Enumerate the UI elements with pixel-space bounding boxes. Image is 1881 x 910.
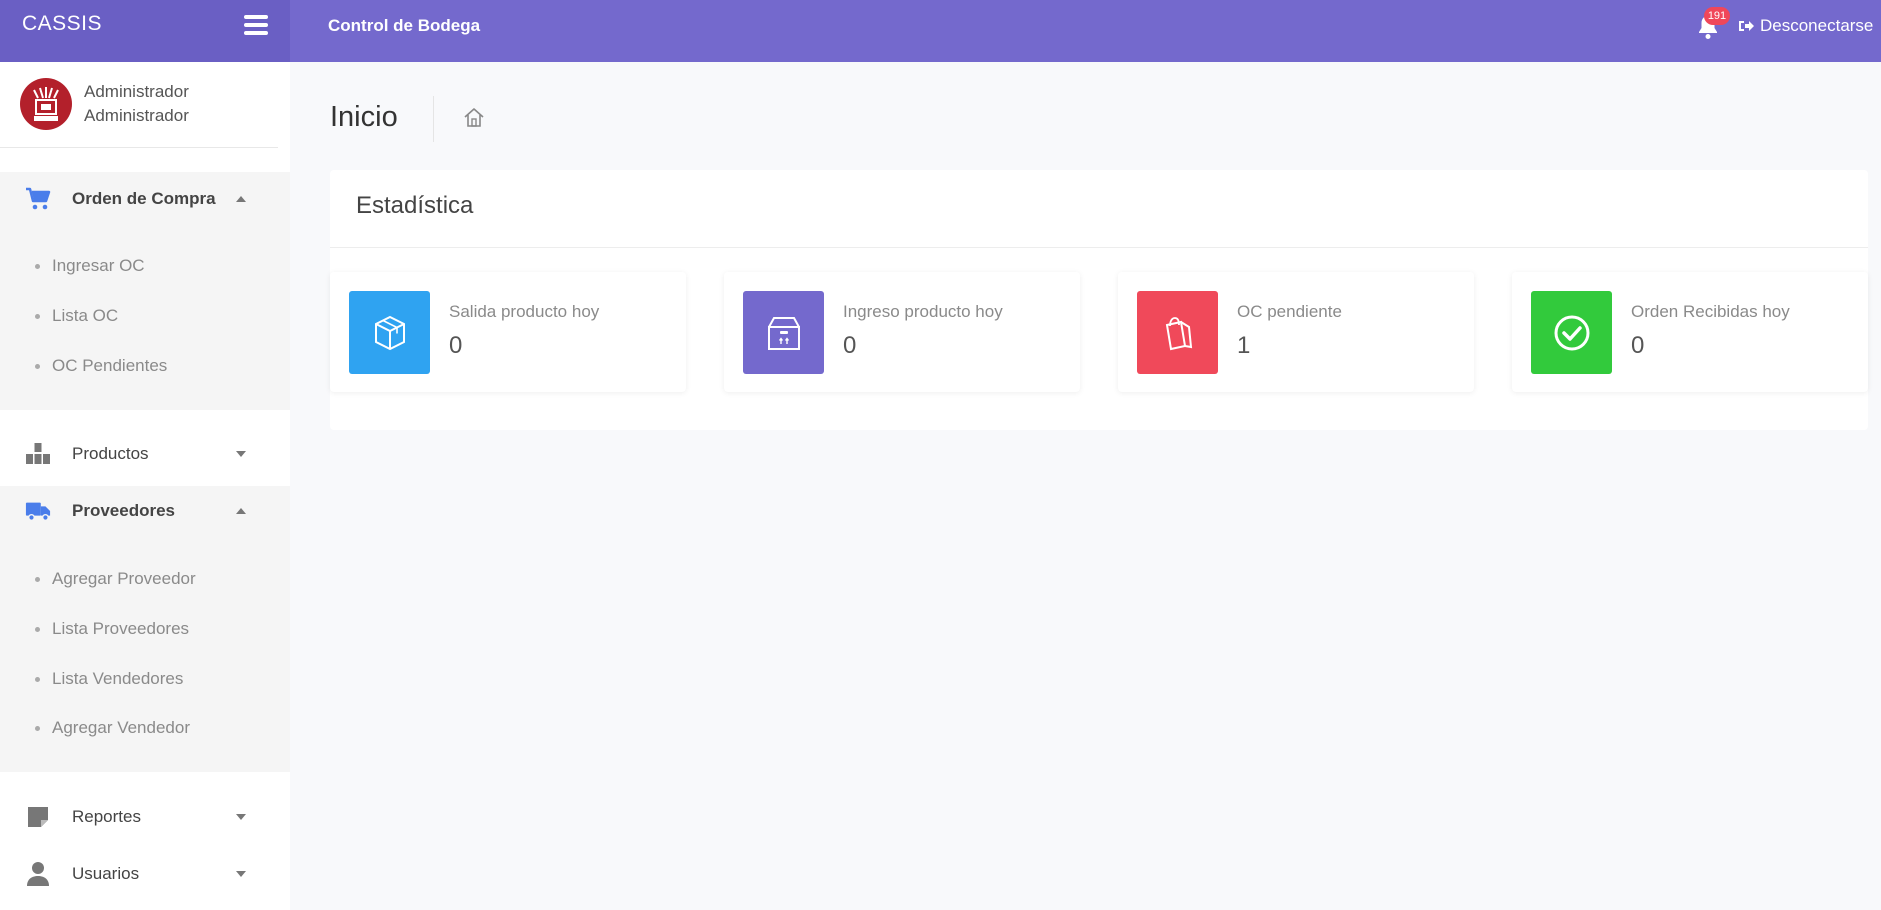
stat-label: Ingreso producto hoy xyxy=(843,302,1003,321)
sidebar-subitem-agregar-proveedor[interactable]: Agregar Proveedor xyxy=(35,569,196,589)
truck-icon xyxy=(25,498,51,524)
home-icon[interactable] xyxy=(463,106,485,128)
sidebar-subitem-ingresar-oc[interactable]: Ingresar OC xyxy=(35,256,145,276)
page-title: Inicio xyxy=(330,101,398,133)
logout-button[interactable]: Desconectarse xyxy=(1738,16,1873,36)
logout-label: Desconectarse xyxy=(1760,16,1874,35)
brand-box: CASSIS xyxy=(0,0,290,62)
top-bar: CASSIS Control de Bodega 191 Desconectar… xyxy=(0,0,1881,62)
notification-badge: 191 xyxy=(1704,7,1730,25)
check-circle-icon xyxy=(1531,291,1612,374)
stat-orden-recibidas: Orden Recibidas hoy 0 xyxy=(1512,272,1868,392)
divider xyxy=(330,247,1868,248)
chevron-down-icon xyxy=(236,451,246,457)
avatar xyxy=(20,78,72,130)
sidebar-item-label: Proveedores xyxy=(72,501,175,520)
app-title: Control de Bodega xyxy=(328,16,481,35)
sidebar-item-label: Orden de Compra xyxy=(72,189,216,208)
user-name-line1: Administrador xyxy=(84,82,189,101)
stat-label: OC pendiente xyxy=(1237,302,1342,321)
divider xyxy=(433,96,434,142)
stat-label: Salida producto hoy xyxy=(449,302,600,321)
stat-value: 0 xyxy=(843,332,857,359)
user-icon xyxy=(25,861,51,887)
sidebar-item-reportes[interactable]: Reportes xyxy=(0,792,290,842)
sidebar-subitem-lista-proveedores[interactable]: Lista Proveedores xyxy=(35,619,189,639)
sidebar-subitem-agregar-vendedor[interactable]: Agregar Vendedor xyxy=(35,718,190,738)
sidebar: Administrador Administrador Orden de Com… xyxy=(0,62,290,910)
stat-label: Orden Recibidas hoy xyxy=(1631,302,1790,321)
note-icon xyxy=(25,804,51,830)
sidebar-item-orden-de-compra[interactable]: Orden de Compra xyxy=(0,174,290,224)
brand-name: CASSIS xyxy=(22,12,103,35)
divider xyxy=(0,147,278,148)
user-name-line2: Administrador xyxy=(84,106,189,125)
cart-icon xyxy=(25,186,51,212)
chevron-up-icon xyxy=(236,508,246,514)
user-panel: Administrador Administrador xyxy=(20,78,189,130)
menu-toggle-icon[interactable] xyxy=(244,15,268,39)
sidebar-item-label: Usuarios xyxy=(72,864,140,883)
stat-salida-producto: Salida producto hoy 0 xyxy=(330,272,686,392)
sidebar-item-proveedores[interactable]: Proveedores xyxy=(0,486,290,536)
chevron-down-icon xyxy=(236,871,246,877)
statistics-card: Estadística Salida producto hoy 0 Ingres… xyxy=(330,170,1868,430)
card-title: Estadística xyxy=(356,192,474,219)
chevron-up-icon xyxy=(236,196,246,202)
box-3d-icon xyxy=(349,291,430,374)
sidebar-subitem-oc-pendientes[interactable]: OC Pendientes xyxy=(35,356,167,376)
cassis-logo-icon xyxy=(33,87,59,121)
sidebar-item-usuarios[interactable]: Usuarios xyxy=(0,849,290,899)
sign-out-icon xyxy=(1739,21,1754,31)
package-icon xyxy=(743,291,824,374)
stat-value: 0 xyxy=(1631,332,1645,359)
sidebar-subitem-lista-vendedores[interactable]: Lista Vendedores xyxy=(35,669,183,689)
stat-ingreso-producto: Ingreso producto hoy 0 xyxy=(724,272,1080,392)
chevron-down-icon xyxy=(236,814,246,820)
sidebar-item-label: Reportes xyxy=(72,807,141,826)
stat-value: 1 xyxy=(1237,332,1251,359)
sidebar-subitem-lista-oc[interactable]: Lista OC xyxy=(35,306,118,326)
stat-oc-pendiente: OC pendiente 1 xyxy=(1118,272,1474,392)
stat-value: 0 xyxy=(449,332,463,359)
sidebar-item-productos[interactable]: Productos xyxy=(0,429,290,479)
boxes-icon xyxy=(25,441,51,467)
sidebar-item-label: Productos xyxy=(72,444,149,463)
shopping-bag-icon xyxy=(1137,291,1218,374)
